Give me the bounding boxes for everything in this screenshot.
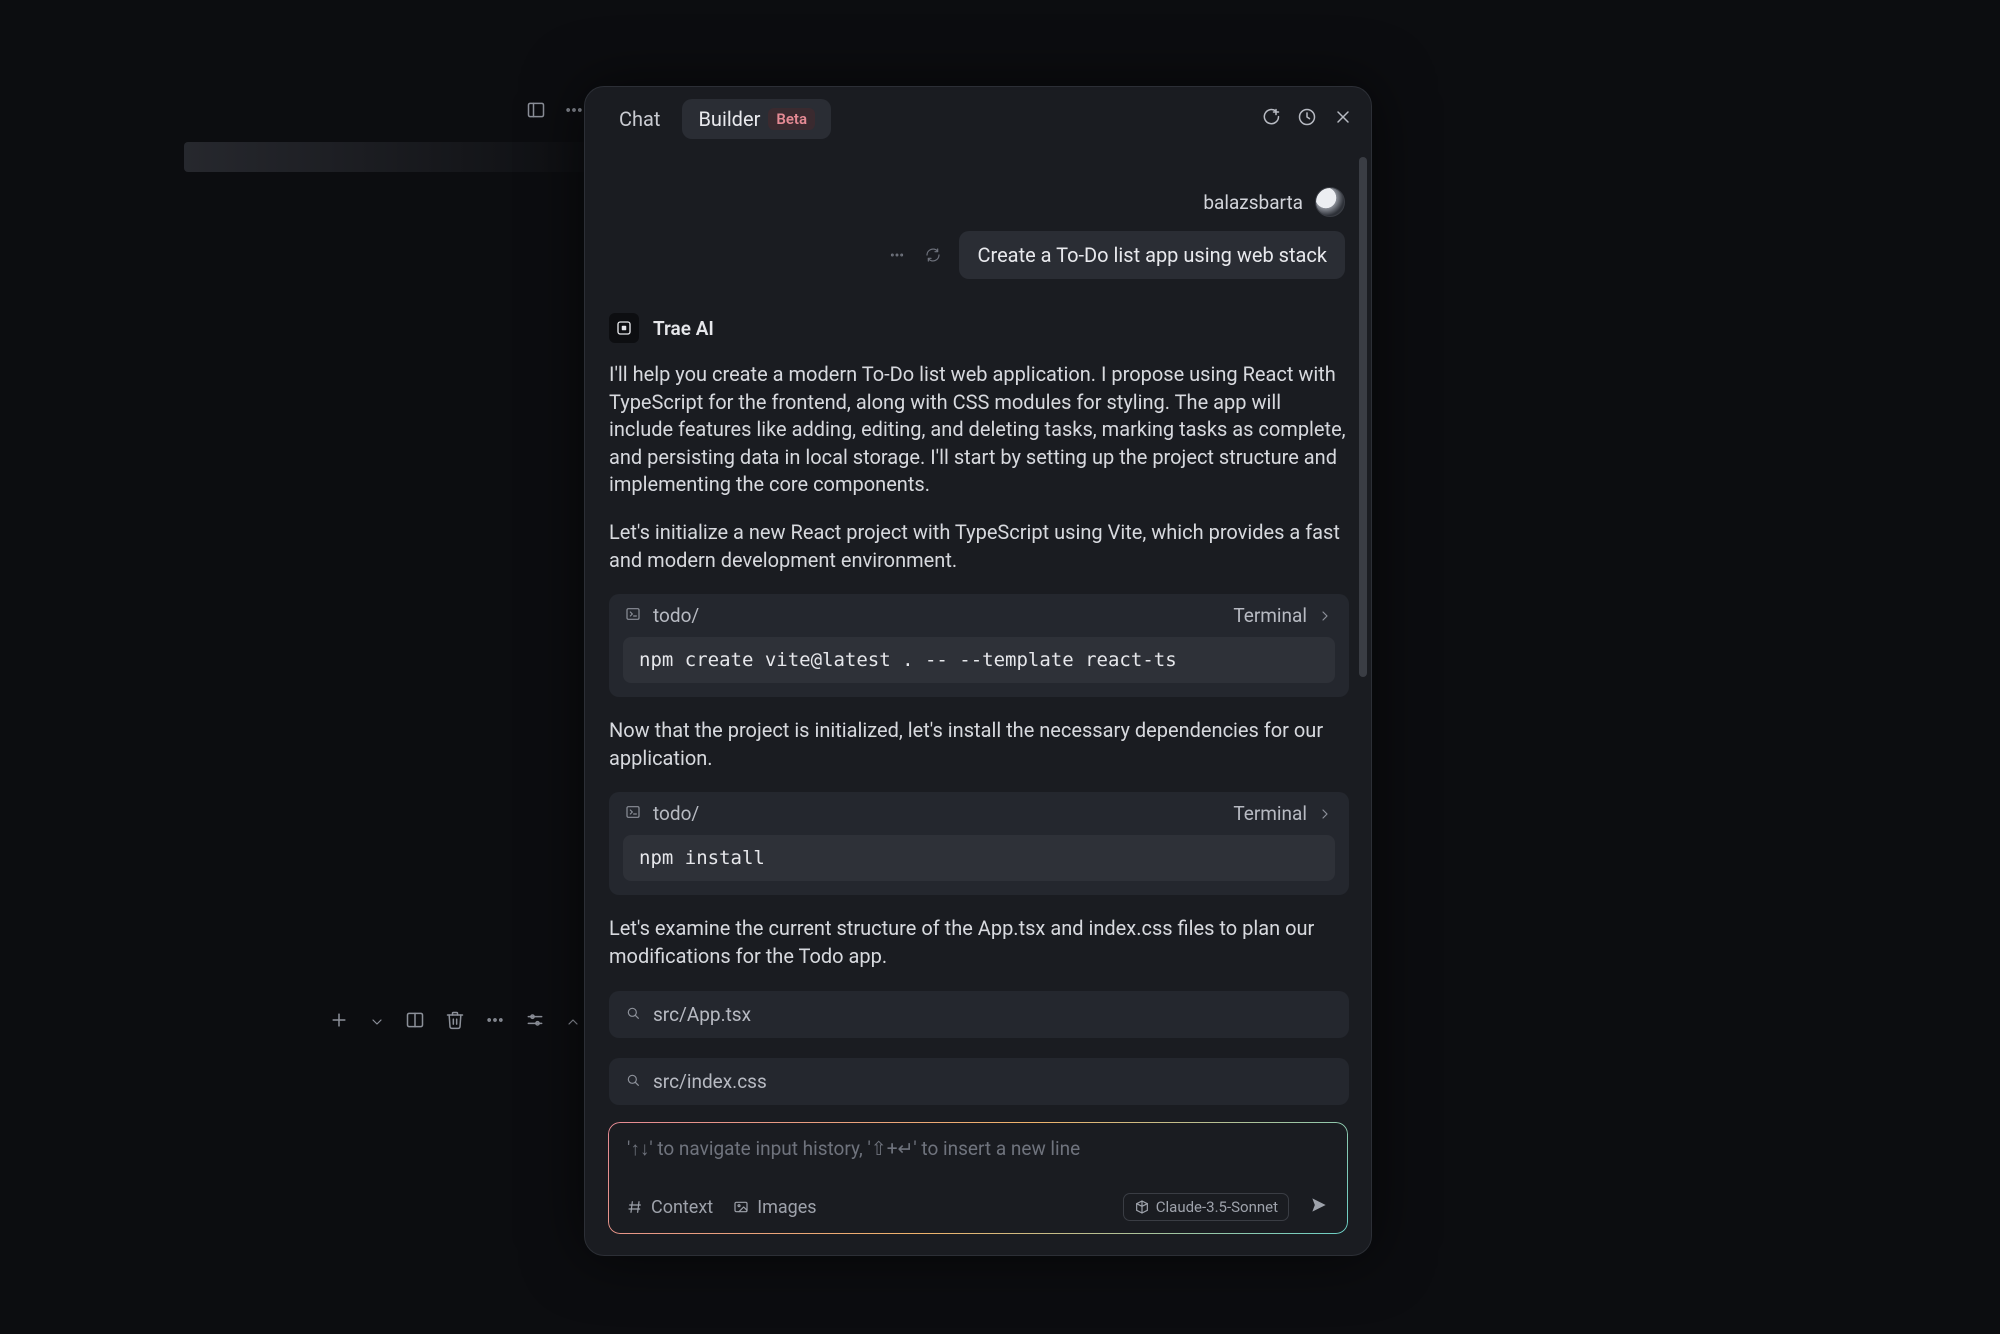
ai-chat-panel: Chat Builder Beta — [584, 86, 1372, 1256]
terminal-expand[interactable]: Terminal — [1233, 604, 1333, 627]
chat-input[interactable]: '↑↓' to navigate input history, '⇧+↵' to… — [609, 1123, 1347, 1233]
history-icon[interactable] — [1297, 107, 1317, 132]
terminal-command: npm create vite@latest . -- --template r… — [623, 637, 1335, 683]
editor-left-strip — [194, 86, 584, 176]
tab-builder[interactable]: Builder Beta — [682, 99, 831, 139]
assistant-avatar — [609, 313, 639, 343]
chevron-up-icon[interactable] — [565, 1011, 581, 1035]
cube-icon — [1134, 1199, 1150, 1215]
assistant-name: Trae AI — [653, 317, 714, 340]
file-path: src/App.tsx — [653, 1003, 751, 1026]
assistant-header: Trae AI — [609, 313, 1349, 343]
tab-chat[interactable]: Chat — [603, 99, 676, 139]
image-icon — [733, 1199, 749, 1215]
chat-input-placeholder: '↑↓' to navigate input history, '⇧+↵' to… — [627, 1137, 1329, 1177]
split-panel-icon[interactable] — [405, 1010, 425, 1035]
search-icon — [625, 1003, 641, 1026]
images-label: Images — [757, 1197, 816, 1218]
chevron-down-icon[interactable] — [369, 1011, 385, 1035]
file-path: src/index.css — [653, 1070, 767, 1093]
user-message-text: Create a To-Do list app using web stack — [977, 243, 1327, 267]
editor-tab-shadow — [184, 142, 592, 172]
chevron-right-icon — [1317, 608, 1333, 624]
terminal-label: Terminal — [1233, 802, 1307, 825]
model-selector[interactable]: Claude-3.5-Sonnet — [1123, 1193, 1289, 1221]
sidebar-toggle-icon[interactable] — [526, 100, 546, 120]
search-icon — [625, 1070, 641, 1093]
scrollbar-thumb[interactable] — [1359, 157, 1367, 677]
avatar[interactable] — [1315, 187, 1345, 217]
assistant-text: Now that the project is initialized, let… — [609, 717, 1349, 772]
user-name: balazsbarta — [1203, 191, 1303, 214]
close-icon[interactable] — [1333, 107, 1353, 132]
terminal-label: Terminal — [1233, 604, 1307, 627]
send-icon — [1309, 1195, 1329, 1215]
trash-icon[interactable] — [445, 1010, 465, 1035]
hash-icon — [627, 1199, 643, 1215]
tab-label: Chat — [619, 107, 660, 131]
terminal-path: todo/ — [653, 604, 699, 627]
context-button[interactable]: Context — [627, 1197, 713, 1218]
assistant-text: I'll help you create a modern To-Do list… — [609, 361, 1349, 499]
sliders-icon[interactable] — [525, 1010, 545, 1035]
assistant-text: Let's initialize a new React project wit… — [609, 519, 1349, 574]
file-card[interactable]: src/index.css — [609, 1058, 1349, 1105]
regenerate-icon[interactable] — [923, 245, 943, 265]
assistant-text: Let's examine the current structure of t… — [609, 915, 1349, 970]
user-header: balazsbarta — [609, 187, 1349, 217]
terminal-card: todo/ Terminal npm install — [609, 792, 1349, 895]
beta-badge: Beta — [768, 108, 815, 130]
model-name: Claude-3.5-Sonnet — [1156, 1198, 1278, 1216]
user-message-bubble: Create a To-Do list app using web stack — [959, 231, 1345, 279]
images-button[interactable]: Images — [733, 1197, 816, 1218]
tab-label: Builder — [698, 107, 760, 131]
terminal-pane-toolbar — [329, 1010, 621, 1035]
chat-scroll[interactable]: balazsbarta Create a To-Do list app usin… — [609, 151, 1349, 1113]
more-icon[interactable] — [887, 245, 907, 265]
more-icon[interactable] — [564, 100, 584, 120]
context-label: Context — [651, 1197, 713, 1218]
more-icon[interactable] — [485, 1010, 505, 1035]
plus-icon[interactable] — [329, 1010, 349, 1035]
panel-topbar: Chat Builder Beta — [585, 87, 1371, 151]
terminal-command: npm install — [623, 835, 1335, 881]
send-button[interactable] — [1309, 1195, 1329, 1220]
terminal-icon — [625, 802, 641, 825]
chevron-right-icon — [1317, 806, 1333, 822]
file-card[interactable]: src/App.tsx — [609, 991, 1349, 1038]
terminal-path: todo/ — [653, 802, 699, 825]
new-chat-icon[interactable] — [1261, 107, 1281, 132]
terminal-expand[interactable]: Terminal — [1233, 802, 1333, 825]
terminal-icon — [625, 604, 641, 627]
terminal-card: todo/ Terminal npm create vite@latest . … — [609, 594, 1349, 697]
